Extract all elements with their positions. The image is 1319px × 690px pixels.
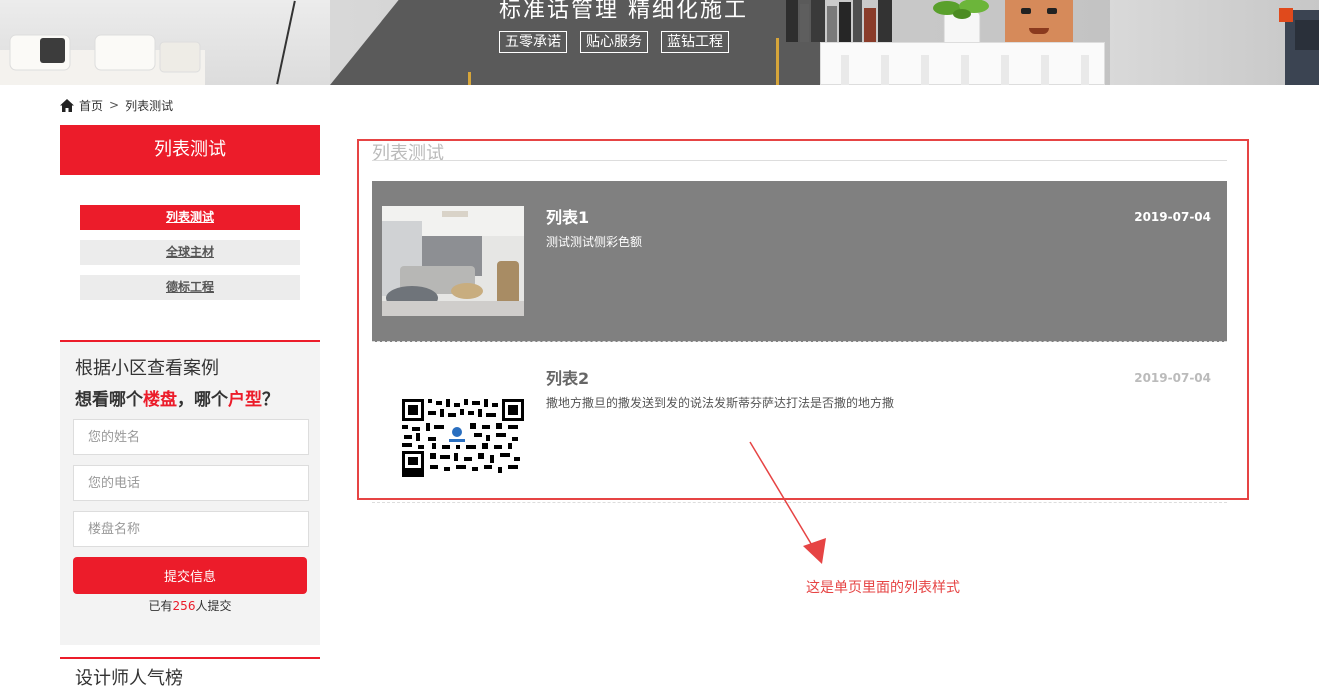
annotation-note: 这是单页里面的列表样式 (806, 580, 960, 596)
case-lookup-form: 根据小区查看案例 想看哪个楼盘，哪个户型？ 提交信息 已有256人提交 (60, 340, 320, 645)
home-icon (60, 98, 74, 112)
books-illustration (786, 0, 892, 42)
plant-illustration (933, 0, 989, 48)
designer-ranking: 设计师人气榜 (60, 657, 320, 690)
breadcrumb-separator: > (109, 98, 120, 112)
breadcrumb: 首页 > 列表测试 (60, 97, 173, 113)
gold-accent (776, 38, 779, 85)
sidebar-item-german-standard[interactable]: 德标工程 (80, 275, 300, 300)
banner-headline: 标准话管理 精细化施工 (499, 0, 748, 23)
banner-tag: 五零承诺 (499, 31, 567, 53)
sidebar-menu: 列表测试 全球主材 德标工程 (80, 205, 300, 310)
breadcrumb-current-link[interactable]: 列表测试 (125, 97, 173, 114)
top-banner: 标准话管理 精细化施工 五零承诺 贴心服务 蓝钻工程 (0, 0, 1319, 85)
submit-count-number: 256 (172, 599, 196, 613)
designer-ranking-title: 设计师人气榜 (75, 668, 183, 689)
decor-face-box (1005, 0, 1073, 42)
sofa-illustration (0, 34, 205, 85)
banner-tag: 贴心服务 (580, 31, 648, 53)
banner-tag: 蓝钻工程 (661, 31, 729, 53)
worker-illustration (1279, 8, 1319, 85)
banner-tags: 五零承诺 贴心服务 蓝钻工程 (499, 31, 729, 53)
white-shelf (820, 42, 1105, 85)
name-input[interactable] (73, 419, 309, 455)
gold-accent (468, 72, 471, 85)
phone-input[interactable] (73, 465, 309, 501)
annotation-arrow (749, 441, 826, 564)
submit-count: 已有256人提交 (148, 599, 232, 613)
submit-button[interactable]: 提交信息 (73, 557, 307, 594)
case-form-title: 根据小区查看案例 (75, 358, 219, 379)
case-form-subtitle: 想看哪个楼盘，哪个户型？ (75, 390, 279, 410)
sidebar-item-list-test[interactable]: 列表测试 (80, 205, 300, 230)
sidebar-title: 列表测试 (60, 125, 320, 175)
sidebar-item-global-materials[interactable]: 全球主材 (80, 240, 300, 265)
estate-input[interactable] (73, 511, 309, 547)
breadcrumb-home-link[interactable]: 首页 (79, 97, 103, 114)
